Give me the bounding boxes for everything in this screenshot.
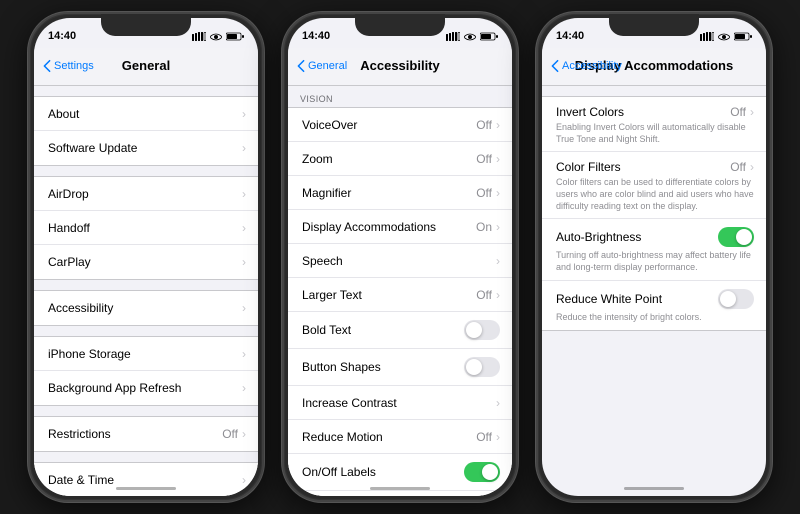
chevron-icon: ›	[242, 301, 246, 315]
chevron-icon: ›	[242, 187, 246, 201]
scroll-area-display[interactable]: Invert Colors Off › Enabling Invert Colo…	[542, 86, 766, 496]
list-item-iphone-storage[interactable]: iPhone Storage ›	[34, 337, 258, 371]
nav-back-label: Settings	[54, 60, 94, 72]
section-6: Date & Time › Keyboard › Language & Regi…	[34, 462, 258, 496]
home-indicator	[370, 487, 430, 490]
chevron-icon: ›	[242, 221, 246, 235]
list-item-software-update[interactable]: Software Update ›	[34, 131, 258, 165]
status-time: 14:40	[302, 30, 330, 42]
chevron-icon: ›	[496, 152, 500, 166]
list-item-reduce-motion[interactable]: Reduce Motion Off ›	[288, 420, 512, 454]
chevron-icon: ›	[242, 473, 246, 487]
nav-bar-general: Settings General	[34, 48, 258, 86]
phone-display-acc: 14:40 Accessibility Display Accommodatio…	[536, 12, 772, 502]
chevron-icon: ›	[496, 118, 500, 132]
screen-general: 14:40 Settings General	[34, 18, 258, 496]
chevron-icon: ›	[496, 288, 500, 302]
display-acc-list: Invert Colors Off › Enabling Invert Colo…	[542, 96, 766, 331]
list-item-button-shapes[interactable]: Button Shapes	[288, 349, 512, 386]
chevron-icon: ›	[496, 430, 500, 444]
nav-back-general[interactable]: Settings	[42, 59, 94, 73]
onoff-labels-toggle[interactable]	[464, 462, 500, 482]
status-icons	[192, 32, 244, 41]
chevron-icon: ›	[496, 254, 500, 268]
chevron-icon: ›	[496, 220, 500, 234]
list-item-onoff-labels[interactable]: On/Off Labels	[288, 454, 512, 491]
status-icons	[700, 32, 752, 41]
chevron-icon: ›	[750, 160, 754, 174]
list-item-invert-colors[interactable]: Invert Colors Off › Enabling Invert Colo…	[542, 97, 766, 152]
list-item-bold-text[interactable]: Bold Text	[288, 312, 512, 349]
section-2: AirDrop › Handoff › CarPlay	[34, 176, 258, 280]
list-item-airdrop[interactable]: AirDrop ›	[34, 177, 258, 211]
status-icons	[446, 32, 498, 41]
button-shapes-toggle[interactable]	[464, 357, 500, 377]
status-time: 14:40	[556, 30, 584, 42]
list-item-voiceover[interactable]: VoiceOver Off ›	[288, 108, 512, 142]
chevron-icon: ›	[242, 427, 246, 441]
section-label-vision: VISION	[288, 86, 512, 107]
nav-title-accessibility: Accessibility	[360, 58, 440, 73]
nav-bar-display-acc: Accessibility Display Accommodations	[542, 48, 766, 86]
chevron-icon: ›	[750, 105, 754, 119]
list-item-handoff[interactable]: Handoff ›	[34, 211, 258, 245]
list-item-auto-brightness[interactable]: Auto-Brightness Turning off auto-brightn…	[542, 219, 766, 280]
list-item-speech[interactable]: Speech ›	[288, 244, 512, 278]
status-time: 14:40	[48, 30, 76, 42]
list-item-accessibility[interactable]: Accessibility ›	[34, 291, 258, 325]
chevron-icon: ›	[242, 107, 246, 121]
list-item-display-acc[interactable]: Display Accommodations On ›	[288, 210, 512, 244]
chevron-icon: ›	[242, 255, 246, 269]
list-item-zoom[interactable]: Zoom Off ›	[288, 142, 512, 176]
section-5: Restrictions Off ›	[34, 416, 258, 452]
list-item-restrictions[interactable]: Restrictions Off ›	[34, 417, 258, 451]
section-4: iPhone Storage › Background App Refresh …	[34, 336, 258, 406]
list-item-background-app[interactable]: Background App Refresh ›	[34, 371, 258, 405]
home-indicator	[624, 487, 684, 490]
list-item-face-id[interactable]: Face ID & Attention ›	[288, 491, 512, 496]
notch	[609, 14, 699, 36]
list-item-carplay[interactable]: CarPlay ›	[34, 245, 258, 279]
nav-bar-accessibility: General Accessibility	[288, 48, 512, 86]
chevron-icon: ›	[496, 396, 500, 410]
section-1: About › Software Update ›	[34, 96, 258, 166]
chevron-icon: ›	[242, 381, 246, 395]
notch	[101, 14, 191, 36]
nav-back-accessibility[interactable]: General	[296, 59, 347, 73]
list-item-color-filters[interactable]: Color Filters Off › Color filters can be…	[542, 152, 766, 219]
scroll-area-general[interactable]: About › Software Update ›	[34, 86, 258, 496]
list-item-reduce-white-point[interactable]: Reduce White Point Reduce the intensity …	[542, 281, 766, 330]
list-item-date-time[interactable]: Date & Time ›	[34, 463, 258, 496]
bold-text-toggle[interactable]	[464, 320, 500, 340]
nav-back-display[interactable]: Accessibility	[550, 59, 622, 73]
home-indicator	[116, 487, 176, 490]
nav-back-label: General	[308, 60, 347, 72]
auto-brightness-toggle[interactable]	[718, 227, 754, 247]
section-3: Accessibility ›	[34, 290, 258, 326]
screen-display-acc: 14:40 Accessibility Display Accommodatio…	[542, 18, 766, 496]
accessibility-list: VoiceOver Off › Zoom Off ›	[288, 107, 512, 496]
list-item-magnifier[interactable]: Magnifier Off ›	[288, 176, 512, 210]
screen-accessibility: 14:40 General Accessibility VISION	[288, 18, 512, 496]
nav-back-label: Accessibility	[562, 60, 622, 72]
list-item-larger-text[interactable]: Larger Text Off ›	[288, 278, 512, 312]
chevron-icon: ›	[496, 186, 500, 200]
chevron-icon: ›	[242, 141, 246, 155]
chevron-icon: ›	[242, 347, 246, 361]
nav-title-general: General	[122, 58, 170, 73]
list-item-about[interactable]: About ›	[34, 97, 258, 131]
scroll-area-accessibility[interactable]: VISION VoiceOver Off › Zoom Off ›	[288, 86, 512, 496]
phone-general: 14:40 Settings General	[28, 12, 264, 502]
reduce-white-point-toggle[interactable]	[718, 289, 754, 309]
list-item-increase-contrast[interactable]: Increase Contrast ›	[288, 386, 512, 420]
notch	[355, 14, 445, 36]
phone-accessibility: 14:40 General Accessibility VISION	[282, 12, 518, 502]
